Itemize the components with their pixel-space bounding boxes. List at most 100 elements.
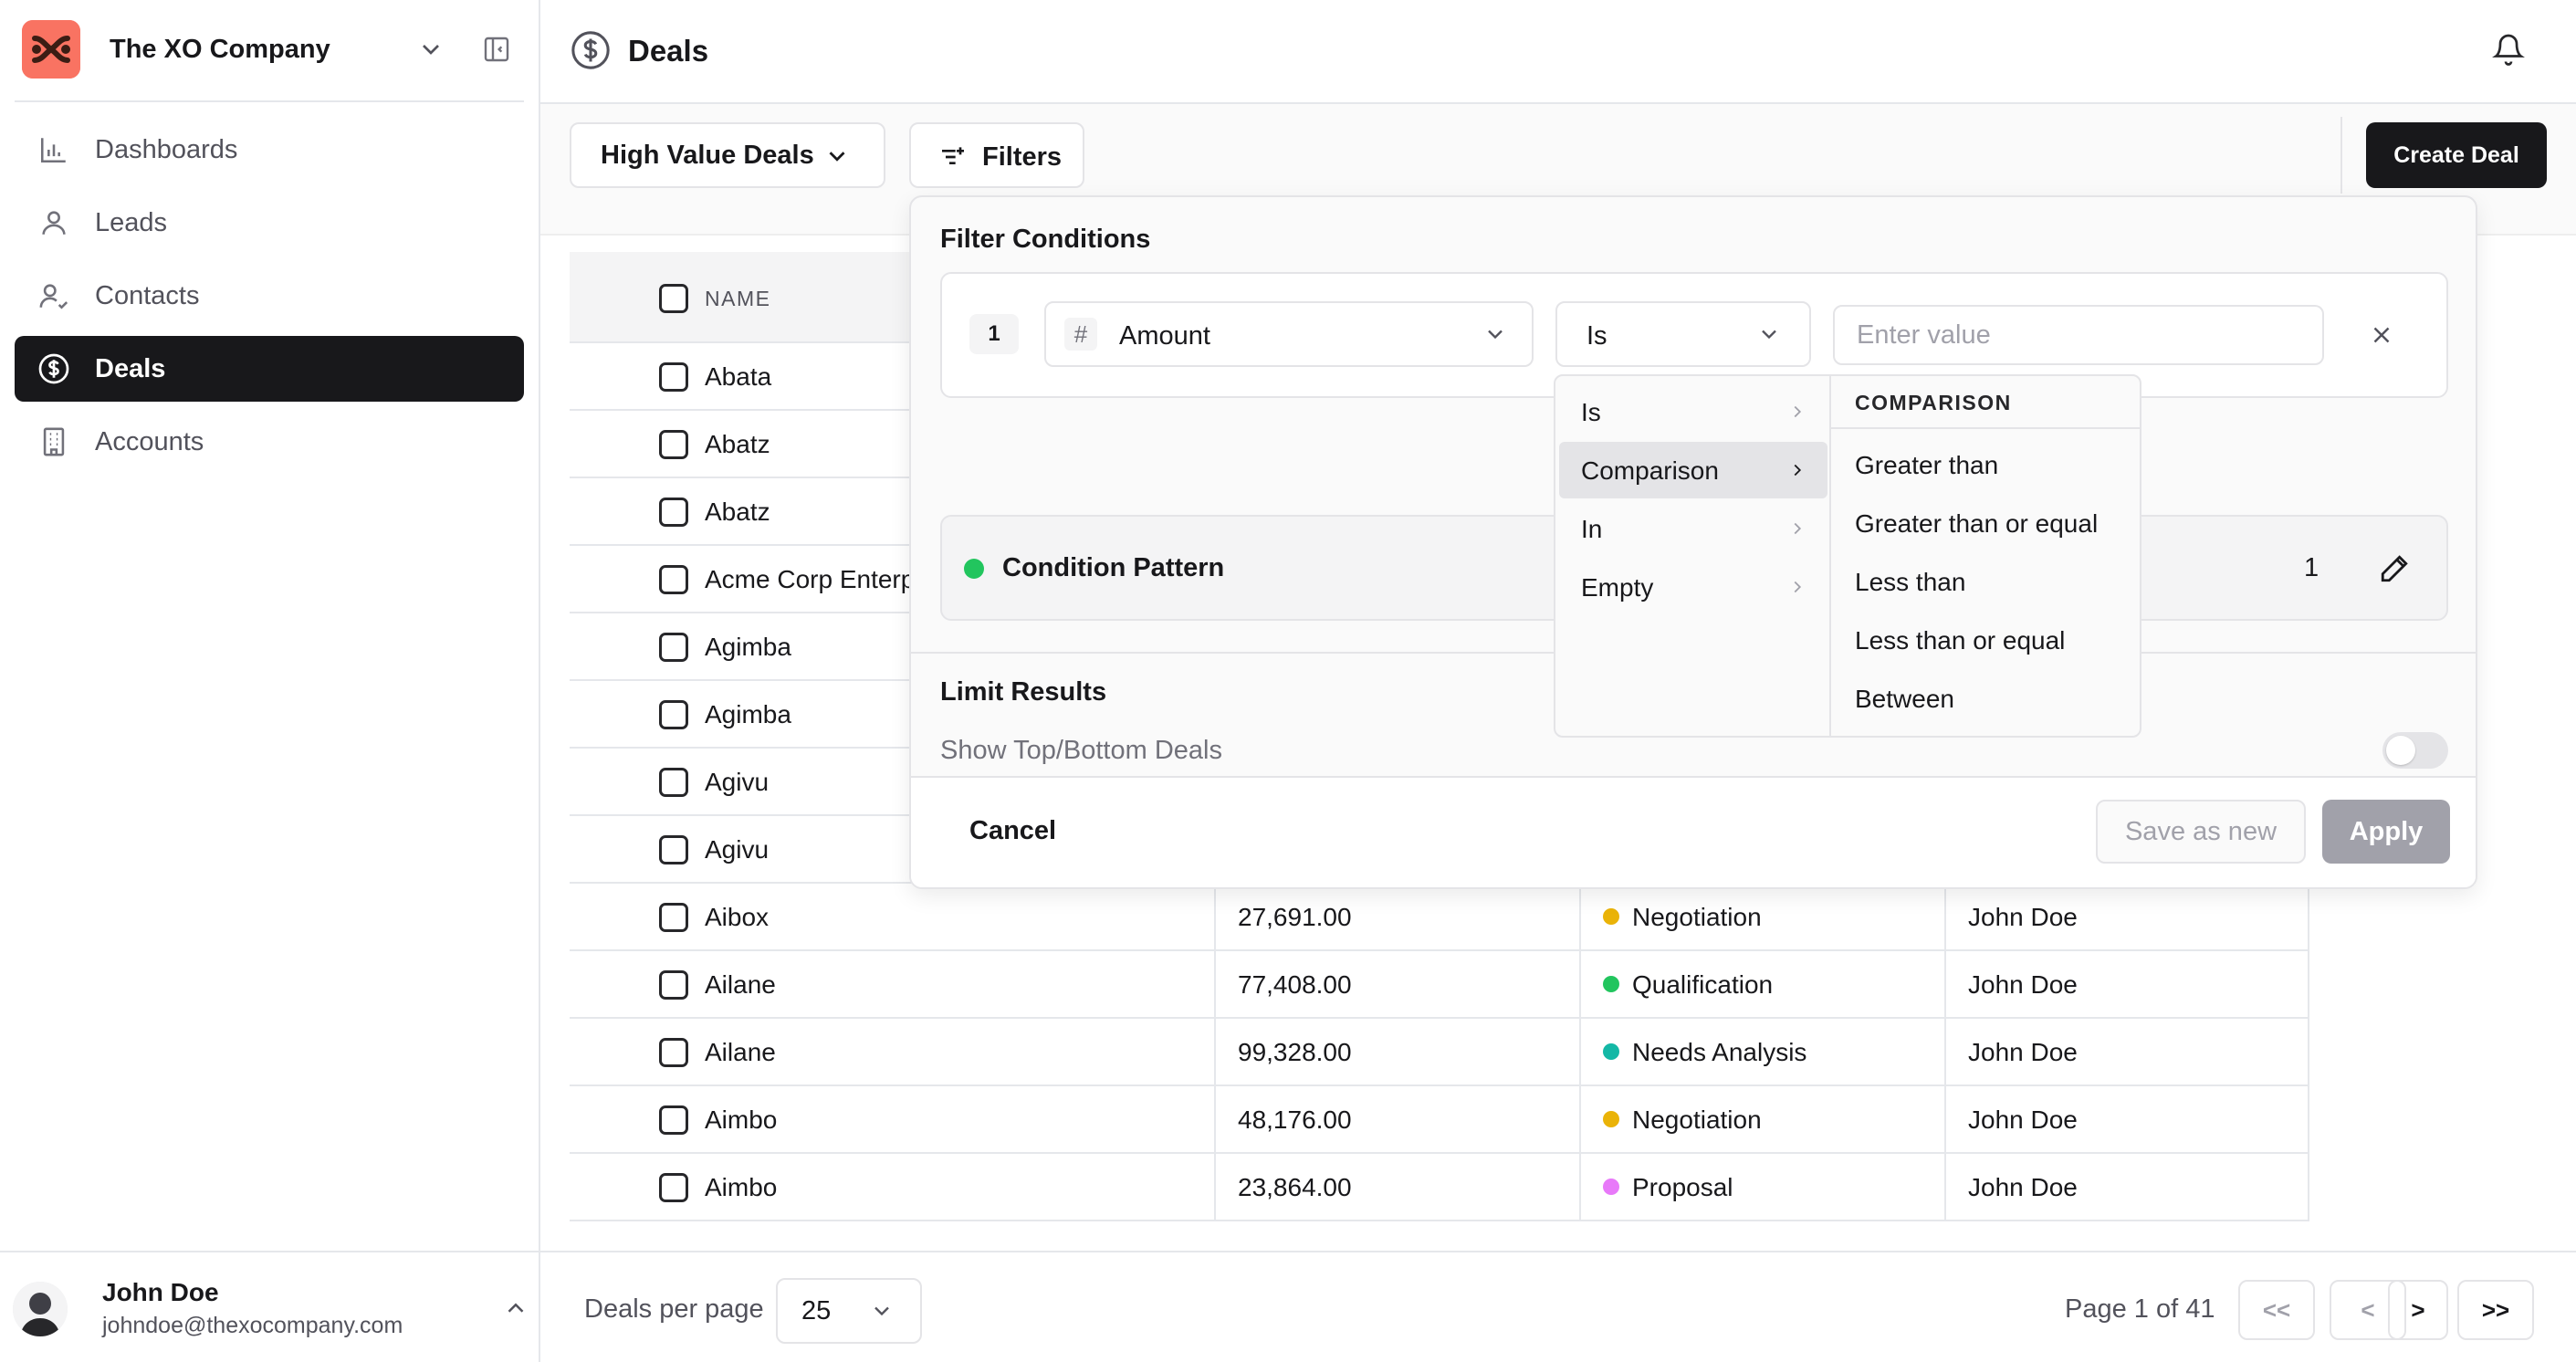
deal-name: Agimba xyxy=(705,700,791,728)
select-all-checkbox[interactable] xyxy=(659,284,688,313)
app: The XO Company Dashboards Leads Contacts… xyxy=(0,0,2576,1362)
deal-name: Aibox xyxy=(705,903,770,931)
column-header-name[interactable]: NAME xyxy=(705,287,770,311)
sidebar: The XO Company Dashboards Leads Contacts… xyxy=(0,0,540,1362)
deal-amount: 77,408.00 xyxy=(1214,951,1579,1019)
chevron-down-icon xyxy=(1762,330,1776,340)
chevron-down-icon xyxy=(874,1306,889,1316)
deal-amount: 23,864.00 xyxy=(1214,1154,1579,1221)
table-row[interactable]: Aibox 27,691.00 Negotiation John Doe xyxy=(570,884,2309,951)
condition-pattern-value: 1 xyxy=(2304,553,2319,582)
deal-owner: John Doe xyxy=(1944,884,2309,951)
user-email: johndoe@thexocompany.com xyxy=(102,1313,403,1338)
user-menu[interactable]: John Doe johndoe@thexocompany.com xyxy=(0,1251,539,1362)
company-switcher[interactable]: The XO Company xyxy=(15,0,524,102)
filters-button[interactable]: Filters xyxy=(909,122,1084,188)
row-checkbox[interactable] xyxy=(659,768,688,797)
row-checkbox[interactable] xyxy=(659,1173,688,1202)
operator-item-empty[interactable]: Empty xyxy=(1559,559,1827,615)
next-page-button[interactable]: > xyxy=(2388,1280,2448,1340)
deal-stage: Needs Analysis xyxy=(1579,1019,1944,1086)
operator-item-in[interactable]: In xyxy=(1559,500,1827,557)
cancel-button[interactable]: Cancel xyxy=(969,816,1056,846)
sidebar-item-deals[interactable]: Deals xyxy=(15,336,524,402)
submenu-item-less-than-or-equal[interactable]: Less than or equal xyxy=(1855,626,2065,655)
condition-operator-select[interactable]: Is xyxy=(1555,301,1811,367)
submenu-item-greater-than[interactable]: Greater than xyxy=(1855,451,1998,480)
deal-name: Agimba xyxy=(705,633,791,661)
deal-stage-label: Negotiation xyxy=(1632,903,1762,931)
operator-item-is[interactable]: Is xyxy=(1559,383,1827,440)
last-page-button[interactable]: >> xyxy=(2457,1280,2534,1340)
first-page-button[interactable]: << xyxy=(2238,1280,2315,1340)
condition-number: 1 xyxy=(969,314,1019,354)
row-checkbox[interactable] xyxy=(659,565,688,594)
top-bottom-toggle[interactable] xyxy=(2382,732,2448,769)
row-checkbox[interactable] xyxy=(659,362,688,392)
limit-results-label: Show Top/Bottom Deals xyxy=(940,736,1222,765)
chevron-down-icon xyxy=(829,152,845,162)
sidebar-item-label: Dashboards xyxy=(95,134,238,164)
operator-item-comparison[interactable]: Comparison xyxy=(1559,442,1827,498)
row-checkbox[interactable] xyxy=(659,903,688,932)
condition-field-label: Amount xyxy=(1119,321,1210,351)
table-row[interactable]: Ailane 77,408.00 Qualification John Doe xyxy=(570,951,2309,1019)
user-name: John Doe xyxy=(102,1278,219,1306)
submenu-item-less-than[interactable]: Less than xyxy=(1855,568,1965,597)
condition-pattern-label: Condition Pattern xyxy=(1002,553,1225,582)
row-checkbox[interactable] xyxy=(659,700,688,729)
operator-item-label: Comparison xyxy=(1581,456,1719,485)
building-icon xyxy=(37,424,71,459)
save-as-new-button[interactable]: Save as new xyxy=(2096,800,2306,864)
row-checkbox[interactable] xyxy=(659,430,688,459)
close-icon[interactable] xyxy=(2368,321,2395,349)
submenu-header: COMPARISON xyxy=(1831,376,2140,429)
view-selector-label: High Value Deals xyxy=(601,140,814,170)
row-checkbox[interactable] xyxy=(659,1105,688,1135)
deal-stage-label: Negotiation xyxy=(1632,1105,1762,1134)
row-checkbox[interactable] xyxy=(659,1038,688,1067)
chevron-down-icon[interactable] xyxy=(416,35,445,64)
submenu-title: COMPARISON xyxy=(1855,391,2012,414)
stage-dot xyxy=(1603,907,1619,925)
row-checkbox[interactable] xyxy=(659,835,688,864)
row-checkbox[interactable] xyxy=(659,633,688,662)
bar-chart-icon xyxy=(37,132,71,167)
condition-field-select[interactable]: # Amount xyxy=(1044,301,1534,367)
deal-stage: Negotiation xyxy=(1579,884,1944,951)
chevron-up-icon[interactable] xyxy=(502,1294,529,1322)
row-checkbox[interactable] xyxy=(659,498,688,527)
deal-name: Abatz xyxy=(705,498,770,526)
deal-name: Agivu xyxy=(705,768,770,796)
filter-panel-footer: Cancel Save as new Apply xyxy=(911,778,2476,887)
deal-stage: Qualification xyxy=(1579,951,1944,1019)
user-icon xyxy=(37,205,71,240)
sidebar-item-contacts[interactable]: Contacts xyxy=(15,263,524,329)
bell-icon[interactable] xyxy=(2492,33,2525,66)
per-page-select[interactable]: 25 xyxy=(776,1278,922,1344)
deal-owner: John Doe xyxy=(1944,1154,2309,1221)
limit-results-title: Limit Results xyxy=(940,677,1107,707)
per-page-value: 25 xyxy=(801,1296,832,1325)
sidebar-item-accounts[interactable]: Accounts xyxy=(15,409,524,475)
pencil-icon[interactable] xyxy=(2379,553,2410,584)
row-checkbox[interactable] xyxy=(659,970,688,1000)
toggle-knob xyxy=(2386,736,2415,765)
table-row[interactable]: Aimbo 23,864.00 Proposal John Doe xyxy=(570,1154,2309,1221)
condition-value-input[interactable] xyxy=(1833,305,2324,365)
view-selector[interactable]: High Value Deals xyxy=(570,122,885,188)
sidebar-item-leads[interactable]: Leads xyxy=(15,190,524,256)
sidebar-nav: Dashboards Leads Contacts Deals Accounts xyxy=(15,117,524,482)
create-deal-button[interactable]: Create Deal xyxy=(2366,122,2547,188)
deal-name: Abata xyxy=(705,362,772,391)
apply-button[interactable]: Apply xyxy=(2322,800,2450,864)
deal-stage: Proposal xyxy=(1579,1154,1944,1221)
sidebar-collapse-icon[interactable] xyxy=(482,35,511,64)
submenu-item-greater-than-or-equal[interactable]: Greater than or equal xyxy=(1855,509,2098,539)
sidebar-item-dashboards[interactable]: Dashboards xyxy=(15,117,524,183)
page-title: Deals xyxy=(628,34,709,68)
table-row[interactable]: Aimbo 48,176.00 Negotiation John Doe xyxy=(570,1086,2309,1154)
table-row[interactable]: Ailane 99,328.00 Needs Analysis John Doe xyxy=(570,1019,2309,1086)
submenu-item-between[interactable]: Between xyxy=(1855,685,1954,714)
toolbar-divider xyxy=(2340,117,2342,194)
